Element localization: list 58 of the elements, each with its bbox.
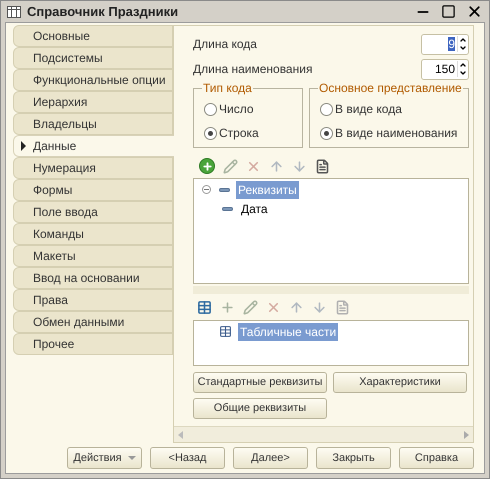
tab[interactable]: Владельцы bbox=[13, 113, 173, 135]
footer-button[interactable]: Действия bbox=[67, 447, 142, 469]
radio-button[interactable] bbox=[204, 126, 217, 140]
maximize-icon[interactable] bbox=[441, 4, 456, 19]
pencil-icon[interactable] bbox=[223, 158, 238, 174]
pencil-icon[interactable] bbox=[243, 300, 258, 314]
footer-button[interactable]: Закрыть bbox=[316, 447, 391, 469]
panel-button[interactable]: Стандартные реквизиты bbox=[193, 372, 327, 393]
tab[interactable]: Формы bbox=[13, 179, 173, 201]
table-icon bbox=[219, 325, 232, 338]
radio-button[interactable] bbox=[320, 102, 333, 116]
tab[interactable]: Основные bbox=[13, 25, 173, 47]
tab[interactable]: Функциональные опции bbox=[13, 69, 173, 91]
add-row-icon[interactable] bbox=[220, 300, 235, 314]
tab[interactable]: Прочее bbox=[13, 333, 173, 355]
radio-label: В виде кода bbox=[335, 101, 402, 118]
window-title: Справочник Праздники bbox=[27, 2, 180, 21]
radio-button[interactable] bbox=[204, 102, 217, 116]
number-field[interactable]: 9 bbox=[421, 34, 469, 54]
dropdown-icon bbox=[128, 456, 136, 460]
down-arrow-icon[interactable] bbox=[312, 300, 327, 314]
attribute-icon bbox=[222, 206, 233, 210]
radio-label: В виде наименования bbox=[335, 125, 458, 142]
number-field[interactable]: 150 bbox=[421, 58, 469, 80]
collapse-icon[interactable] bbox=[202, 185, 211, 194]
radio-label: Строка bbox=[219, 125, 259, 142]
tab[interactable]: Данные bbox=[13, 135, 174, 157]
footer-button[interactable]: <Назад bbox=[150, 447, 225, 469]
tab[interactable]: Подсистемы bbox=[13, 47, 173, 69]
radio-button[interactable] bbox=[320, 126, 333, 140]
add-table-icon[interactable] bbox=[197, 300, 212, 314]
panel-button[interactable]: Характеристики bbox=[333, 372, 467, 393]
group-title: Тип кода bbox=[202, 81, 253, 95]
tab[interactable]: Обмен данными bbox=[13, 311, 173, 333]
footer-button[interactable]: Далее> bbox=[233, 447, 308, 469]
document-icon[interactable] bbox=[315, 158, 330, 174]
tab[interactable]: Нумерация bbox=[13, 157, 173, 179]
tab[interactable]: Права bbox=[13, 289, 173, 311]
footer-button[interactable]: Справка bbox=[399, 447, 474, 469]
group-title: Основное представление bbox=[318, 81, 463, 95]
radio-label: Число bbox=[219, 101, 254, 118]
tab[interactable]: Команды bbox=[13, 223, 173, 245]
table-icon bbox=[7, 6, 21, 18]
tab[interactable]: Поле ввода bbox=[13, 201, 173, 223]
spin-icon[interactable] bbox=[457, 61, 468, 77]
add-icon[interactable] bbox=[199, 158, 215, 174]
spin-icon[interactable] bbox=[457, 36, 468, 52]
tab[interactable]: Ввод на основании bbox=[13, 267, 173, 289]
horizontal-scrollbar[interactable] bbox=[174, 426, 473, 442]
tab[interactable]: Макеты bbox=[13, 245, 173, 267]
tree-item[interactable]: Дата bbox=[239, 200, 270, 218]
down-arrow-icon[interactable] bbox=[292, 158, 307, 174]
panel-button[interactable]: Общие реквизиты bbox=[193, 398, 327, 419]
field-label: Длина кода bbox=[193, 36, 258, 53]
pointer-icon bbox=[21, 141, 26, 151]
tab[interactable]: Иерархия bbox=[13, 91, 173, 113]
field-label: Длина наименования bbox=[193, 61, 314, 78]
attribute-icon bbox=[219, 188, 230, 192]
